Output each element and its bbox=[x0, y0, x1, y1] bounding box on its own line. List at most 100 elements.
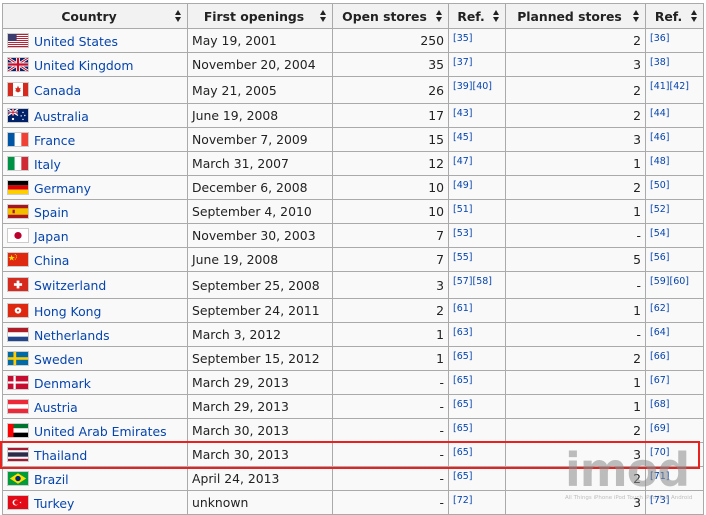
country-link[interactable]: United Kingdom bbox=[34, 58, 133, 73]
ref-link[interactable]: [48] bbox=[650, 156, 670, 167]
table-row: Italy March 31, 2007 12 [47] 1 [48] bbox=[2, 151, 704, 176]
col-header-ref[interactable]: Ref. bbox=[448, 3, 506, 29]
col-header-open-stores[interactable]: Open stores bbox=[332, 3, 449, 29]
ref-link[interactable]: [51] bbox=[453, 204, 473, 215]
ref-link[interactable]: [66] bbox=[650, 351, 670, 362]
ref-link[interactable]: [69] bbox=[650, 423, 670, 434]
ref-link[interactable]: [61] bbox=[453, 303, 473, 314]
table-row: Japan November 30, 2003 7 [53] - [54] bbox=[2, 223, 704, 248]
country-link[interactable]: France bbox=[34, 133, 75, 148]
ref-cell: [72] bbox=[448, 490, 506, 515]
ref-link[interactable]: [53] bbox=[453, 228, 473, 239]
ref-link[interactable]: [65] bbox=[453, 471, 473, 482]
open-stores-cell: 35 bbox=[332, 52, 449, 77]
ref-link[interactable]: [70] bbox=[650, 447, 670, 458]
ref-link[interactable]: [45] bbox=[453, 132, 473, 143]
ref-link[interactable]: [43] bbox=[453, 108, 473, 119]
planned-stores-cell: 3 bbox=[505, 127, 646, 152]
country-cell: Brazil bbox=[2, 466, 188, 491]
ref-link[interactable]: [54] bbox=[650, 228, 670, 239]
ref-link[interactable]: [36] bbox=[650, 33, 670, 44]
ref-link[interactable]: [67] bbox=[650, 375, 670, 386]
col-header-ref-planned[interactable]: Ref. bbox=[645, 3, 704, 29]
country-link[interactable]: Denmark bbox=[34, 376, 91, 391]
table-row: Canada May 21, 2005 26 [39][40] 2 [41][42] bbox=[2, 76, 704, 104]
col-header-planned-stores[interactable]: Planned stores bbox=[505, 3, 646, 29]
ref-link[interactable]: [57][58] bbox=[453, 276, 492, 287]
country-link[interactable]: China bbox=[34, 253, 69, 268]
ref-link[interactable]: [71] bbox=[650, 471, 670, 482]
country-link[interactable]: Japan bbox=[34, 229, 69, 244]
col-header-country[interactable]: Country bbox=[2, 3, 188, 29]
first-openings-cell: December 6, 2008 bbox=[187, 175, 333, 200]
ref-link[interactable]: [72] bbox=[453, 495, 473, 506]
tr-flag-icon bbox=[7, 494, 29, 510]
ref-cell: [51] bbox=[448, 199, 506, 224]
ref-link[interactable]: [41][42] bbox=[650, 81, 689, 92]
sort-icon[interactable] bbox=[436, 10, 443, 22]
col-header-label: Country bbox=[61, 8, 117, 24]
ref-link[interactable]: [59][60] bbox=[650, 276, 689, 287]
ref-link[interactable]: [47] bbox=[453, 156, 473, 167]
country-link[interactable]: Netherlands bbox=[34, 328, 110, 343]
ref-link[interactable]: [52] bbox=[650, 204, 670, 215]
ref-link[interactable]: [65] bbox=[453, 399, 473, 410]
planned-stores-cell: 2 bbox=[505, 418, 646, 443]
country-link[interactable]: United States bbox=[34, 34, 118, 49]
ref-link[interactable]: [44] bbox=[650, 108, 670, 119]
country-link[interactable]: Spain bbox=[34, 205, 69, 220]
ref-link[interactable]: [55] bbox=[453, 252, 473, 263]
sort-icon[interactable] bbox=[320, 10, 327, 22]
ref-link[interactable]: [37] bbox=[453, 57, 473, 68]
ref-cell: [37] bbox=[448, 52, 506, 77]
ref-cell: [47] bbox=[448, 151, 506, 176]
ref-cell: [55] bbox=[448, 247, 506, 272]
open-stores-cell: 2 bbox=[332, 298, 449, 323]
country-link[interactable]: Switzerland bbox=[34, 278, 106, 293]
country-cell: United Kingdom bbox=[2, 52, 188, 77]
open-stores-cell: - bbox=[332, 490, 449, 515]
ref-link[interactable]: [65] bbox=[453, 351, 473, 362]
ref-link[interactable]: [64] bbox=[650, 327, 670, 338]
es-flag-icon bbox=[7, 203, 29, 219]
sort-icon[interactable] bbox=[175, 10, 182, 22]
col-header-first-openings[interactable]: First openings bbox=[187, 3, 333, 29]
country-link[interactable]: Canada bbox=[34, 83, 81, 98]
country-link[interactable]: Germany bbox=[34, 181, 91, 196]
ref-link[interactable]: [73] bbox=[650, 495, 670, 506]
ref-link[interactable]: [39][40] bbox=[453, 81, 492, 92]
planned-stores-cell: 1 bbox=[505, 298, 646, 323]
sort-icon[interactable] bbox=[493, 10, 500, 22]
country-link[interactable]: Sweden bbox=[34, 352, 83, 367]
country-link[interactable]: Turkey bbox=[34, 496, 74, 511]
ref-link[interactable]: [65] bbox=[453, 447, 473, 458]
ref-link[interactable]: [38] bbox=[650, 57, 670, 68]
sort-icon[interactable] bbox=[691, 10, 698, 22]
planned-stores-cell: - bbox=[505, 322, 646, 347]
country-link[interactable]: Thailand bbox=[34, 448, 87, 463]
ref-link[interactable]: [65] bbox=[453, 375, 473, 386]
ref-cell: [50] bbox=[645, 175, 704, 200]
ref-link[interactable]: [65] bbox=[453, 423, 473, 434]
country-link[interactable]: Austria bbox=[34, 400, 78, 415]
country-link[interactable]: Australia bbox=[34, 109, 89, 124]
ref-link[interactable]: [68] bbox=[650, 399, 670, 410]
ref-cell: [39][40] bbox=[448, 76, 506, 104]
open-stores-cell: - bbox=[332, 418, 449, 443]
ref-cell: [71] bbox=[645, 466, 704, 491]
ref-link[interactable]: [56] bbox=[650, 252, 670, 263]
ref-link[interactable]: [46] bbox=[650, 132, 670, 143]
country-link[interactable]: Brazil bbox=[34, 472, 69, 487]
ref-link[interactable]: [35] bbox=[453, 33, 473, 44]
country-link[interactable]: Hong Kong bbox=[34, 304, 101, 319]
ref-link[interactable]: [62] bbox=[650, 303, 670, 314]
ref-link[interactable]: [63] bbox=[453, 327, 473, 338]
country-link[interactable]: Italy bbox=[34, 157, 61, 172]
ref-link[interactable]: [49] bbox=[453, 180, 473, 191]
country-link[interactable]: United Arab Emirates bbox=[34, 424, 167, 439]
table-row: Hong Kong September 24, 2011 2 [61] 1 [62] bbox=[2, 298, 704, 323]
ref-link[interactable]: [50] bbox=[650, 180, 670, 191]
sort-icon[interactable] bbox=[633, 10, 640, 22]
open-stores-cell: 1 bbox=[332, 346, 449, 371]
ref-cell: [38] bbox=[645, 52, 704, 77]
